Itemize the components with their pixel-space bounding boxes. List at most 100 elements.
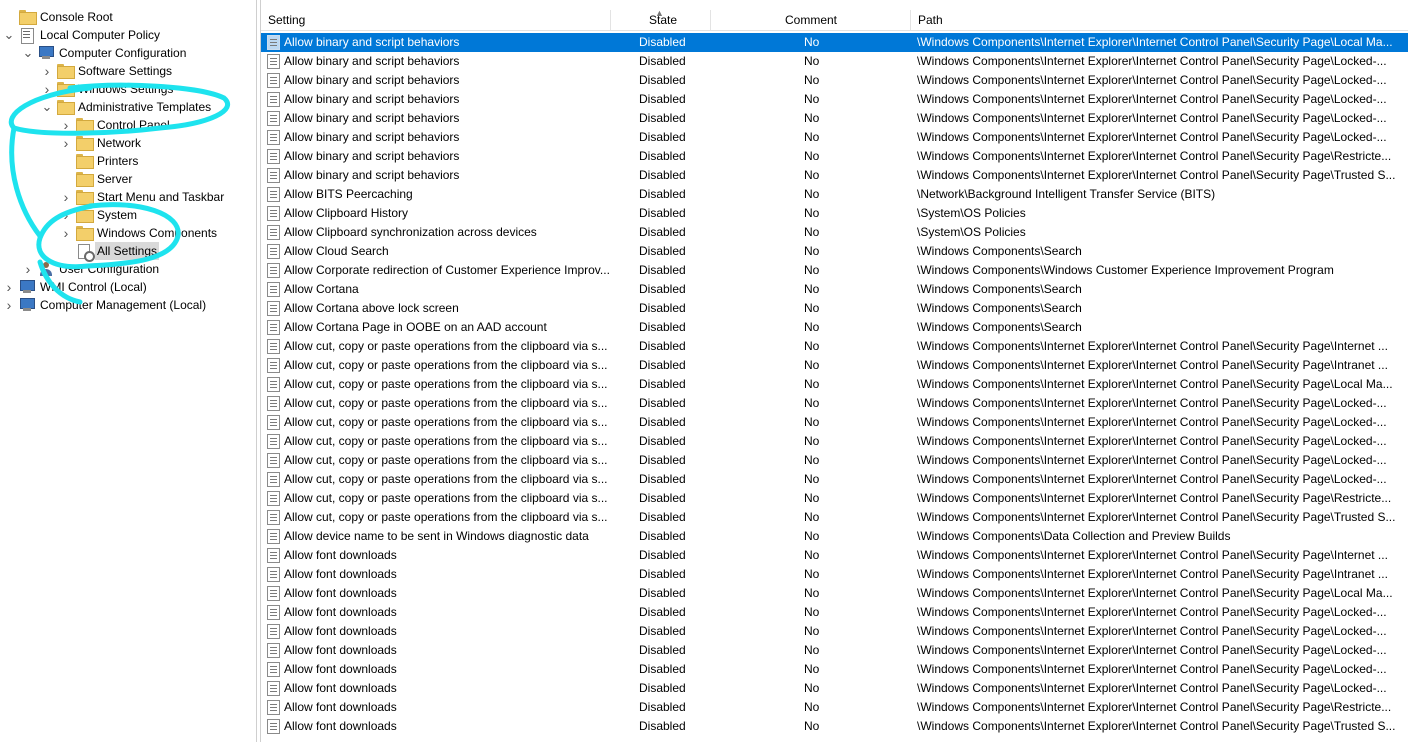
table-row[interactable]: Allow Cortana Disabled No \Windows Componen… xyxy=(261,280,1408,299)
cell-path: \Windows Components\Search xyxy=(917,301,1082,315)
table-row[interactable]: Allow font downloads Disabled No \Windows C… xyxy=(261,546,1408,565)
tree-item-software-settings[interactable]: › Software Settings xyxy=(0,62,256,80)
cell-comment: No xyxy=(804,130,820,144)
cell-state: Disabled xyxy=(639,206,686,220)
table-row[interactable]: Allow Clipboard History Disabled No \System… xyxy=(261,204,1408,223)
folder-icon xyxy=(76,172,94,187)
table-row[interactable]: Allow cut, copy or paste operations from… xyxy=(261,413,1408,432)
table-row[interactable]: Allow Cortana Page in OOBE on an AAD acc… xyxy=(261,318,1408,337)
tree-item-label: Control Panel xyxy=(97,118,170,132)
table-row[interactable]: Allow cut, copy or paste operations from… xyxy=(261,337,1408,356)
policy-setting-icon xyxy=(267,586,280,601)
table-row[interactable]: Allow font downloads Disabled No \Windows C… xyxy=(261,717,1408,736)
table-row[interactable]: Allow cut, copy or paste operations from… xyxy=(261,489,1408,508)
cell-state: Disabled xyxy=(639,263,686,277)
table-row[interactable]: Allow cut, copy or paste operations from… xyxy=(261,432,1408,451)
policy-setting-icon xyxy=(267,320,280,335)
table-row[interactable]: Allow binary and script behaviors Disable… xyxy=(261,147,1408,166)
tree-item-wmi-control-local[interactable]: › WMI Control (Local) xyxy=(0,278,256,296)
chevron-right-icon[interactable]: › xyxy=(3,296,15,314)
folder-icon xyxy=(76,118,94,133)
tree-item-user-configuration[interactable]: › User Configuration xyxy=(0,260,256,278)
cell-path: \Windows Components\Internet Explorer\In… xyxy=(917,643,1387,657)
cell-state: Disabled xyxy=(639,73,686,87)
table-row[interactable]: Allow binary and script behaviors Disable… xyxy=(261,166,1408,185)
tree-item-computer-management-local[interactable]: › Computer Management (Local) xyxy=(0,296,256,314)
table-row[interactable]: Allow font downloads Disabled No \Windows C… xyxy=(261,660,1408,679)
cell-path: \Windows Components\Internet Explorer\In… xyxy=(917,130,1387,144)
table-row[interactable]: Allow cut, copy or paste operations from… xyxy=(261,356,1408,375)
table-row[interactable]: Allow font downloads Disabled No \Windows C… xyxy=(261,603,1408,622)
column-header-setting[interactable]: Setting xyxy=(261,10,611,31)
policy-setting-icon xyxy=(267,263,280,278)
cell-setting: Allow Cortana xyxy=(284,282,359,296)
tree-item-computer-configuration[interactable]: ⌄ Computer Configuration xyxy=(0,44,256,62)
cell-path: \Windows Components\Search xyxy=(917,282,1082,296)
tree-item-console-root[interactable]: Console Root xyxy=(0,8,256,26)
cell-comment: No xyxy=(804,225,820,239)
chevron-right-icon[interactable]: › xyxy=(3,278,15,296)
policy-setting-icon xyxy=(267,301,280,316)
chevron-right-icon[interactable]: › xyxy=(60,188,72,206)
table-row[interactable]: Allow device name to be sent in Windows … xyxy=(261,527,1408,546)
cell-path: \System\OS Policies xyxy=(917,206,1026,220)
table-row[interactable]: Allow cut, copy or paste operations from… xyxy=(261,508,1408,527)
tree-item-windows-components[interactable]: › Windows Components xyxy=(0,224,256,242)
table-row[interactable]: Allow cut, copy or paste operations from… xyxy=(261,451,1408,470)
table-row[interactable]: Allow binary and script behaviors Disable… xyxy=(261,128,1408,147)
table-row[interactable]: Allow font downloads Disabled No \Windows C… xyxy=(261,679,1408,698)
cell-setting: Allow binary and script behaviors xyxy=(284,149,460,163)
chevron-right-icon[interactable]: › xyxy=(60,224,72,242)
table-row[interactable]: Allow font downloads Disabled No \Windows C… xyxy=(261,565,1408,584)
table-row[interactable]: Allow font downloads Disabled No \Windows C… xyxy=(261,622,1408,641)
column-header-path[interactable]: Path xyxy=(911,10,1408,31)
chevron-down-icon[interactable]: ⌄ xyxy=(22,44,34,62)
table-row[interactable]: Allow binary and script behaviors Disable… xyxy=(261,33,1408,52)
table-row[interactable]: Allow BITS Peercaching Disabled No \Network… xyxy=(261,185,1408,204)
policy-setting-icon xyxy=(267,396,280,411)
tree-item-network[interactable]: › Network xyxy=(0,134,256,152)
table-row[interactable]: Allow cut, copy or paste operations from… xyxy=(261,470,1408,489)
chevron-right-icon[interactable]: › xyxy=(22,260,34,278)
column-header-comment[interactable]: Comment xyxy=(711,10,911,31)
cell-comment: No xyxy=(804,187,820,201)
tree-item-local-computer-policy[interactable]: ⌄ Local Computer Policy xyxy=(0,26,256,44)
table-row[interactable]: Allow binary and script behaviors Disable… xyxy=(261,71,1408,90)
tree-item-windows-settings[interactable]: › Windows Settings xyxy=(0,80,256,98)
table-row[interactable]: Allow binary and script behaviors Disable… xyxy=(261,52,1408,71)
table-row[interactable]: Allow binary and script behaviors Disable… xyxy=(261,109,1408,128)
chevron-right-icon[interactable]: › xyxy=(60,134,72,152)
table-row[interactable]: Allow Corporate redirection of Customer … xyxy=(261,261,1408,280)
table-row[interactable]: Allow cut, copy or paste operations from… xyxy=(261,375,1408,394)
table-row[interactable]: Allow font downloads Disabled No \Windows C… xyxy=(261,698,1408,717)
table-row[interactable]: Allow font downloads Disabled No \Windows C… xyxy=(261,641,1408,660)
tree-item-printers[interactable]: Printers xyxy=(0,152,256,170)
cell-setting: Allow binary and script behaviors xyxy=(284,168,460,182)
policy-setting-icon xyxy=(267,510,280,525)
cell-comment: No xyxy=(804,339,820,353)
chevron-right-icon[interactable]: › xyxy=(41,62,53,80)
chevron-down-icon[interactable]: ⌄ xyxy=(41,98,53,116)
table-row[interactable]: Allow Clipboard synchronization across d… xyxy=(261,223,1408,242)
tree-item-system[interactable]: › System xyxy=(0,206,256,224)
tree-item-control-panel[interactable]: › Control Panel xyxy=(0,116,256,134)
tree-item-all-settings[interactable]: All Settings xyxy=(0,242,256,262)
column-header-state[interactable]: ▲ State xyxy=(611,8,711,31)
chevron-right-icon[interactable]: › xyxy=(41,80,53,98)
tree-item-start-menu-and-taskbar[interactable]: › Start Menu and Taskbar xyxy=(0,188,256,206)
table-row[interactable]: Allow Cloud Search Disabled No \Windows Com… xyxy=(261,242,1408,261)
cell-setting: Allow font downloads xyxy=(284,605,397,619)
policy-setting-icon xyxy=(267,643,280,658)
tree-item-label: Windows Components xyxy=(97,226,218,240)
table-row[interactable]: Allow cut, copy or paste operations from… xyxy=(261,394,1408,413)
table-row[interactable]: Allow font downloads Disabled No \Windows C… xyxy=(261,584,1408,603)
table-row[interactable]: Allow Cortana above lock screen Disabled N… xyxy=(261,299,1408,318)
table-row[interactable]: Allow binary and script behaviors Disable… xyxy=(261,90,1408,109)
chevron-down-icon[interactable]: ⌄ xyxy=(3,26,15,44)
chevron-right-icon[interactable]: › xyxy=(60,116,72,134)
chevron-right-icon[interactable]: › xyxy=(60,206,72,224)
cell-setting: Allow cut, copy or paste operations from… xyxy=(284,358,608,372)
tree-item-administrative-templates[interactable]: ⌄ Administrative Templates xyxy=(0,98,256,116)
tree-item-label: WMI Control (Local) xyxy=(40,280,147,294)
tree-item-server[interactable]: Server xyxy=(0,170,256,188)
